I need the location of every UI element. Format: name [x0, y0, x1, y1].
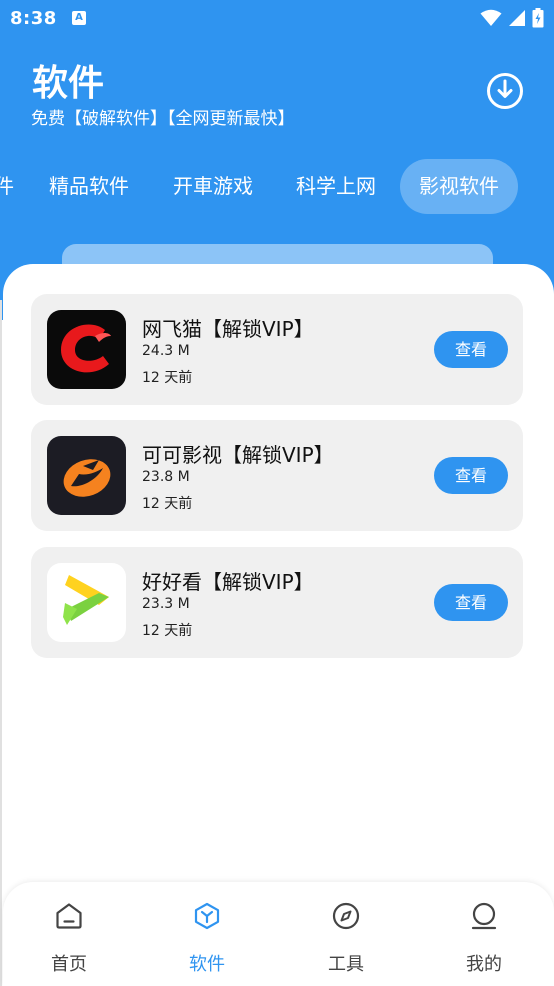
haohaokan-app-icon [47, 563, 126, 642]
download-icon[interactable] [486, 72, 524, 110]
app-size: 24.3 M [142, 343, 190, 359]
wifi-icon [480, 9, 502, 26]
tab-partial[interactable]: 件 [0, 159, 14, 214]
view-button[interactable]: 查看 [434, 331, 508, 368]
app-name: 可可影视【解锁VIP】 [142, 443, 334, 467]
nav-label: 软件 [189, 954, 225, 975]
tab-premium-software[interactable]: 精品软件 [49, 159, 129, 214]
view-button[interactable]: 查看 [434, 584, 508, 621]
nav-item-tools[interactable]: 工具 [286, 882, 406, 986]
app-name: 好好看【解锁VIP】 [142, 570, 314, 594]
netflix-cat-app-icon [47, 310, 126, 389]
home-icon [56, 903, 82, 929]
nav-item-home[interactable]: 首页 [9, 882, 129, 986]
notification-badge: A [72, 11, 86, 25]
page-subtitle: 免费【破解软件】【全网更新最快】 [31, 109, 295, 129]
tab-games[interactable]: 开車游戏 [173, 159, 253, 214]
page-title: 软件 [32, 63, 105, 104]
app-card[interactable]: 好好看【解锁VIP】 23.3 M 12 天前 查看 [31, 547, 523, 658]
status-bar: 8:38 A [0, 0, 554, 38]
signal-icon [509, 10, 525, 26]
divider [0, 300, 2, 986]
nav-item-software[interactable]: 软件 [147, 882, 267, 986]
user-icon [471, 902, 497, 930]
app-updated-time: 12 天前 [142, 370, 193, 386]
battery-icon [532, 8, 544, 28]
nav-label: 我的 [466, 954, 502, 975]
app-updated-time: 12 天前 [142, 496, 193, 512]
compass-icon [332, 902, 360, 930]
app-name: 网飞猫【解锁VIP】 [142, 317, 314, 341]
nav-label: 首页 [51, 954, 87, 975]
app-card[interactable]: 网飞猫【解锁VIP】 24.3 M 12 天前 查看 [31, 294, 523, 405]
app-size: 23.8 M [142, 469, 190, 485]
app-updated-time: 12 天前 [142, 623, 193, 639]
app-size: 23.3 M [142, 596, 190, 612]
status-time: 8:38 [10, 8, 57, 29]
nav-label: 工具 [328, 954, 364, 975]
cube-icon [194, 902, 220, 930]
nav-item-mine[interactable]: 我的 [424, 882, 544, 986]
status-icons [480, 8, 544, 28]
keke-video-app-icon [47, 436, 126, 515]
bottom-navigation: 首页 软件 工具 我的 [3, 882, 554, 986]
view-button[interactable]: 查看 [434, 457, 508, 494]
category-tabs: 件 精品软件 开車游戏 科学上网 影视软件 [0, 159, 554, 214]
app-card[interactable]: 可可影视【解锁VIP】 23.8 M 12 天前 查看 [31, 420, 523, 531]
tab-video-software[interactable]: 影视软件 [400, 159, 518, 214]
tab-vpn[interactable]: 科学上网 [296, 159, 376, 214]
